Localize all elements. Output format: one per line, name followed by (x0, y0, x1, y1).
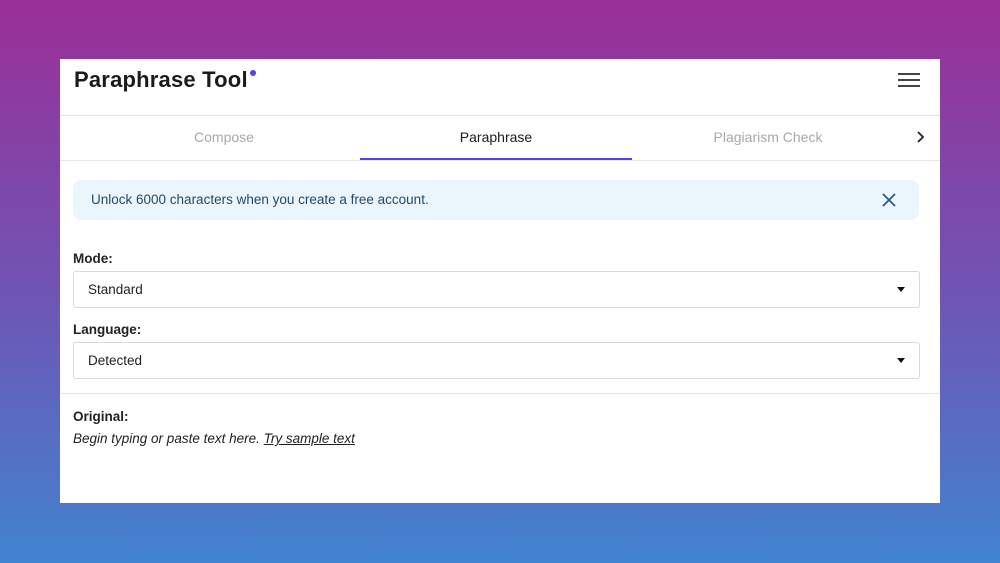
language-select[interactable]: Detected (73, 342, 920, 379)
tab-bar: Compose Paraphrase Plagiarism Check (60, 116, 940, 161)
hamburger-menu-icon[interactable] (898, 73, 920, 89)
language-label: Language: (73, 322, 142, 337)
title-accent-dot (249, 70, 256, 76)
app-title-text: Paraphrase Tool (74, 67, 248, 92)
original-label: Original: (73, 409, 129, 424)
paraphrase-tool-card: Paraphrase Tool Compose Paraphrase Plagi… (60, 59, 940, 503)
tab-plagiarism-check[interactable]: Plagiarism Check (632, 116, 904, 159)
mode-label: Mode: (73, 251, 113, 266)
tab-compose[interactable]: Compose (88, 116, 360, 159)
caret-down-icon (897, 287, 905, 292)
tab-paraphrase[interactable]: Paraphrase (360, 116, 632, 160)
section-divider (60, 393, 940, 394)
language-select-value: Detected (88, 353, 143, 368)
mode-select[interactable]: Standard (73, 271, 920, 308)
app-header: Paraphrase Tool (60, 59, 940, 116)
original-placeholder-text: Begin typing or paste text here. (73, 431, 260, 446)
try-sample-text-link[interactable]: Try sample text (264, 431, 355, 446)
mode-select-value: Standard (88, 282, 143, 297)
close-icon[interactable] (881, 192, 897, 208)
app-title: Paraphrase Tool (74, 67, 256, 93)
chevron-right-icon[interactable] (914, 128, 928, 146)
banner-text: Unlock 6000 characters when you create a… (91, 192, 429, 207)
original-input-placeholder[interactable]: Begin typing or paste text here. Try sam… (73, 431, 355, 446)
signup-banner: Unlock 6000 characters when you create a… (73, 180, 919, 220)
caret-down-icon (897, 358, 905, 363)
